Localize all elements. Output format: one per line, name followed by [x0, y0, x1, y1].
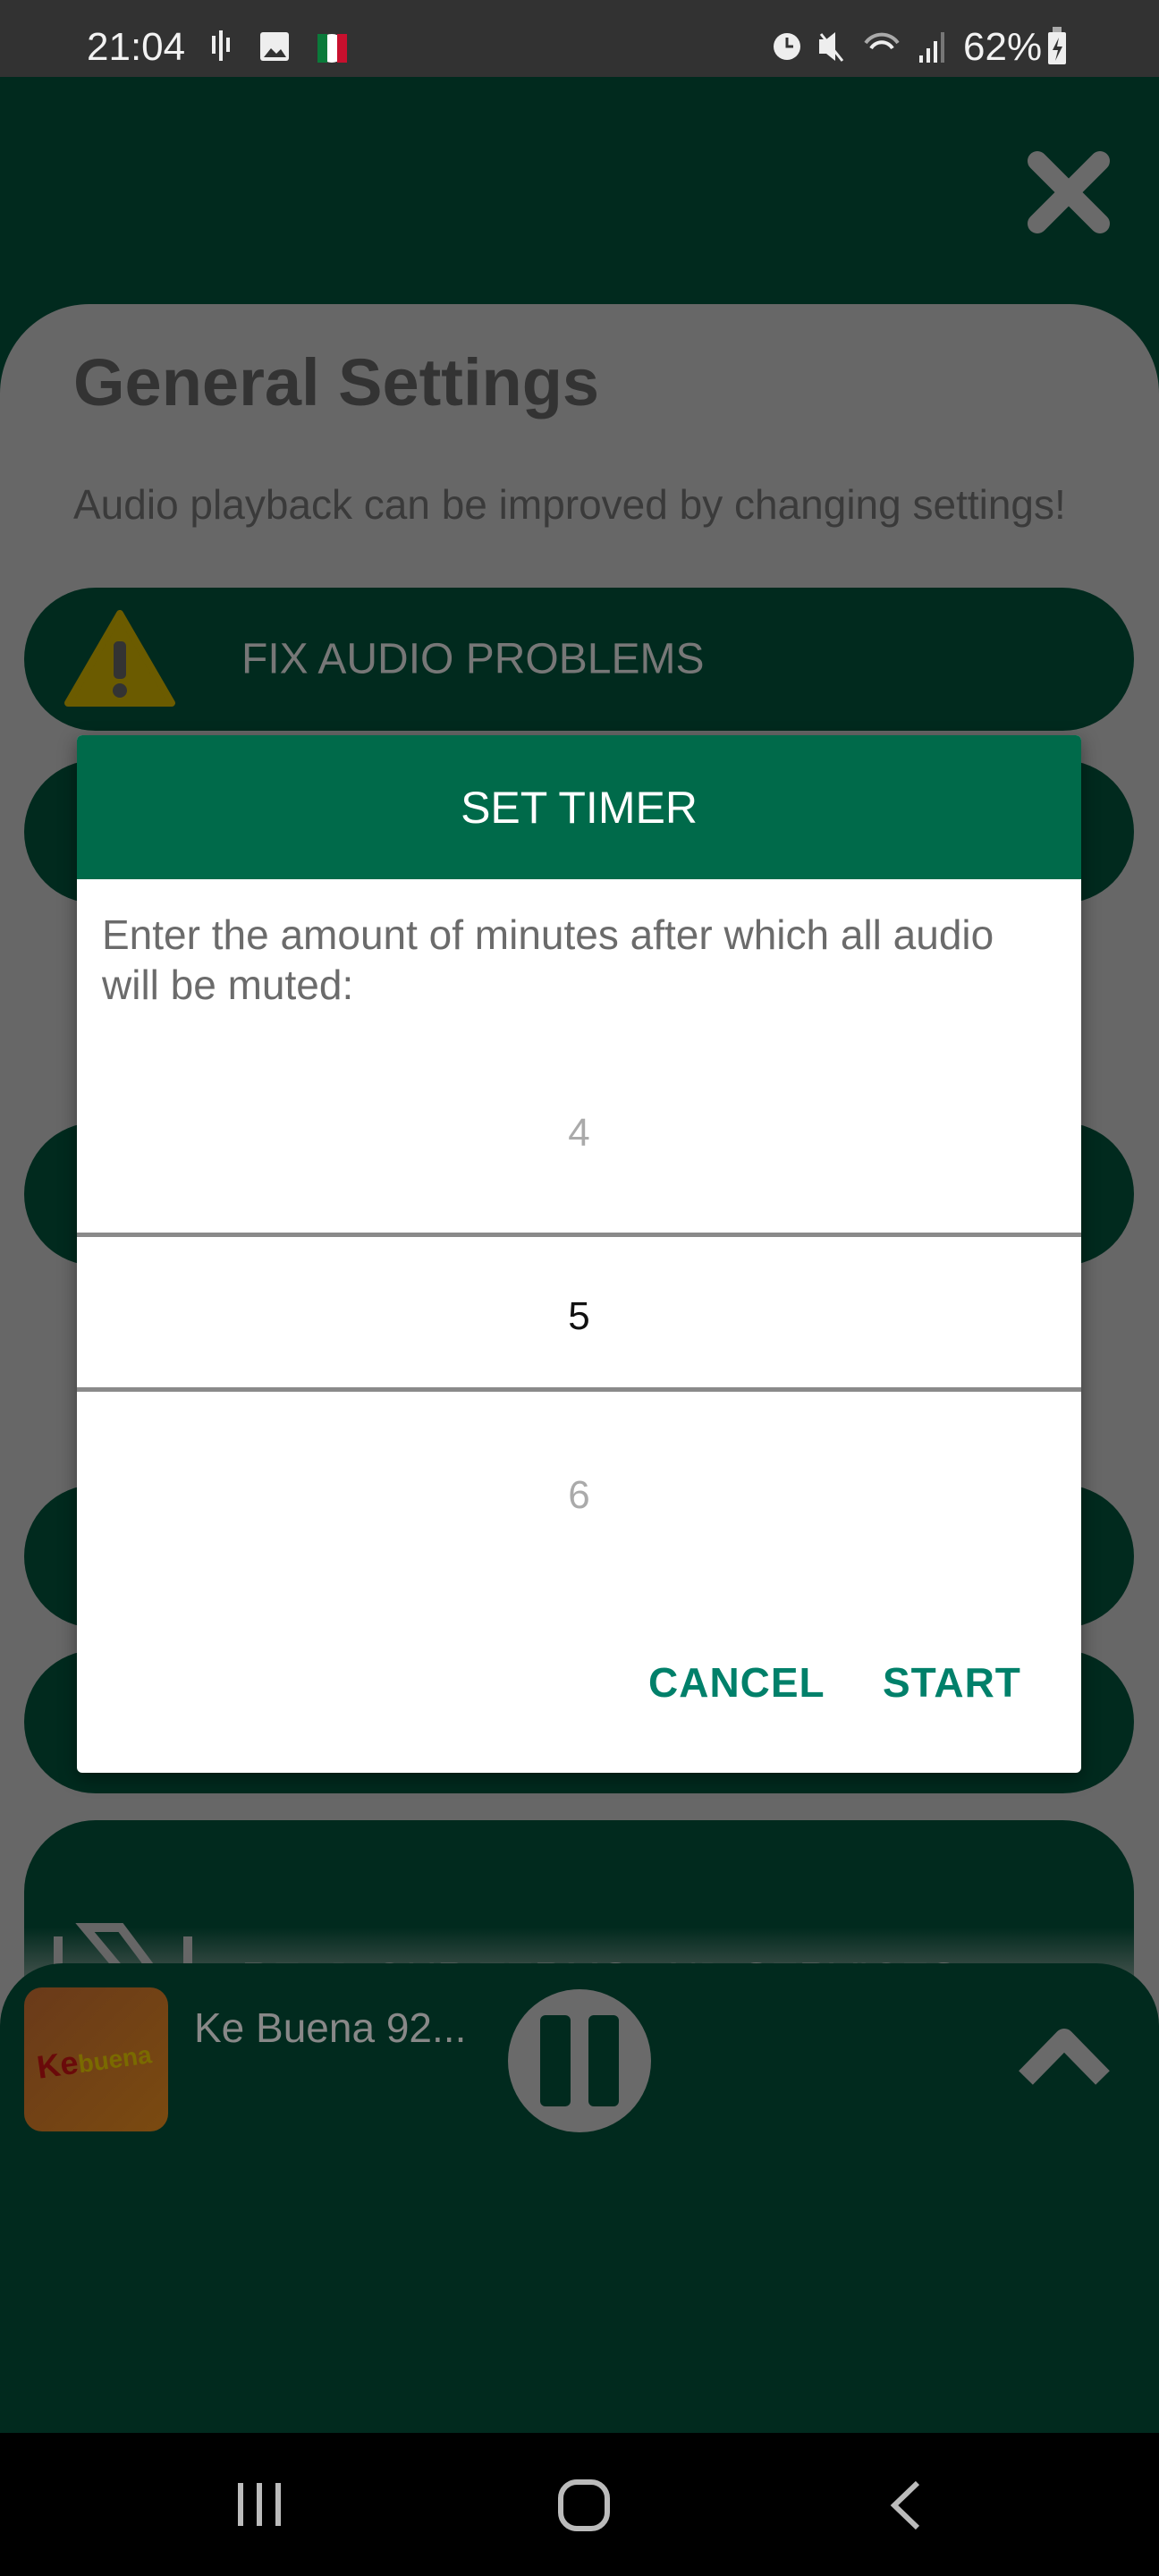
page-subtitle: Audio playback can be improved by changi… — [73, 481, 1066, 528]
dialog-message: Enter the amount of minutes after which … — [102, 911, 994, 1008]
home-icon[interactable] — [556, 2478, 612, 2533]
station-logo: Kebuena — [24, 1987, 168, 2131]
status-bar: 21:04 62% — [0, 0, 1159, 77]
recent-apps-icon[interactable] — [234, 2479, 284, 2529]
start-button[interactable]: START — [883, 1658, 1021, 1707]
close-icon[interactable] — [1024, 148, 1113, 237]
picker-divider — [77, 1387, 1081, 1392]
dialog-title: SET TIMER — [77, 735, 1081, 879]
picker-selected-value[interactable]: 5 — [77, 1294, 1081, 1339]
chevron-up-icon[interactable] — [1015, 2026, 1113, 2089]
back-icon[interactable] — [885, 2478, 926, 2533]
fix-audio-label: FIX AUDIO PROBLEMS — [241, 635, 705, 683]
set-timer-dialog: SET TIMER Enter the amount of minutes af… — [77, 735, 1081, 1773]
navigation-bar — [0, 2433, 1159, 2576]
pause-button[interactable] — [507, 1988, 652, 2133]
notification-icons — [212, 30, 347, 63]
page-title: General Settings — [73, 345, 600, 419]
fix-audio-button[interactable]: FIX AUDIO PROBLEMS — [24, 588, 1134, 731]
station-name: Ke Buena 92... — [194, 2004, 467, 2051]
battery-charging-icon — [1048, 27, 1066, 64]
cancel-button[interactable]: CANCEL — [648, 1658, 825, 1707]
picker-next-value[interactable]: 6 — [77, 1473, 1081, 1518]
battery-percent: 62% — [963, 25, 1043, 69]
status-time: 21:04 — [87, 25, 186, 69]
warning-icon — [64, 610, 175, 707]
mini-player[interactable]: Kebuena Ke Buena 92... — [0, 1963, 1159, 2169]
picker-prev-value[interactable]: 4 — [77, 1111, 1081, 1156]
dialog-title-text: SET TIMER — [461, 782, 698, 833]
picker-divider — [77, 1233, 1081, 1237]
